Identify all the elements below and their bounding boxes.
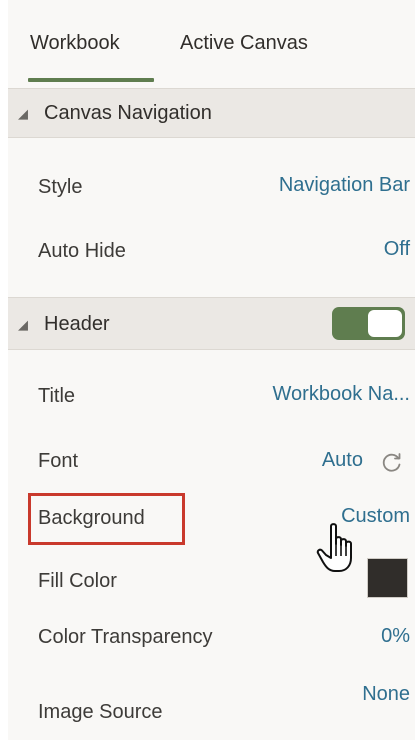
section-canvas-navigation[interactable]: ◢ Canvas Navigation xyxy=(8,88,415,138)
fill-color-label: Fill Color xyxy=(38,570,117,592)
background-label-highlight xyxy=(28,493,185,545)
collapse-triangle-icon[interactable]: ◢ xyxy=(18,317,28,333)
collapse-triangle-icon[interactable]: ◢ xyxy=(18,106,28,122)
title-label: Title xyxy=(38,385,76,407)
refresh-icon[interactable] xyxy=(379,449,405,475)
active-tab-indicator xyxy=(28,78,154,82)
hand-pointer-cursor-icon xyxy=(316,523,352,572)
color-transparency-value[interactable]: 0% xyxy=(381,625,410,648)
style-label: Style xyxy=(38,176,83,198)
tab-bar: Workbook Active Canvas xyxy=(8,0,415,84)
image-source-value[interactable]: None xyxy=(362,683,410,706)
title-value[interactable]: Workbook Na... xyxy=(273,383,410,406)
image-source-label: Image Source xyxy=(38,701,163,723)
font-label: Font xyxy=(38,450,79,472)
auto-hide-value[interactable]: Off xyxy=(384,238,410,261)
fill-color-swatch[interactable] xyxy=(367,558,408,598)
style-value[interactable]: Navigation Bar xyxy=(279,174,410,197)
font-value[interactable]: Auto xyxy=(322,449,363,472)
toggle-knob xyxy=(368,310,402,337)
tab-workbook[interactable]: Workbook xyxy=(30,32,120,55)
color-transparency-label: Color Transparency xyxy=(38,626,213,648)
auto-hide-label: Auto Hide xyxy=(38,240,126,262)
tab-active-canvas[interactable]: Active Canvas xyxy=(180,32,308,55)
section-title: Header xyxy=(44,313,110,335)
header-toggle-switch[interactable] xyxy=(332,307,405,340)
section-title: Canvas Navigation xyxy=(44,102,212,124)
